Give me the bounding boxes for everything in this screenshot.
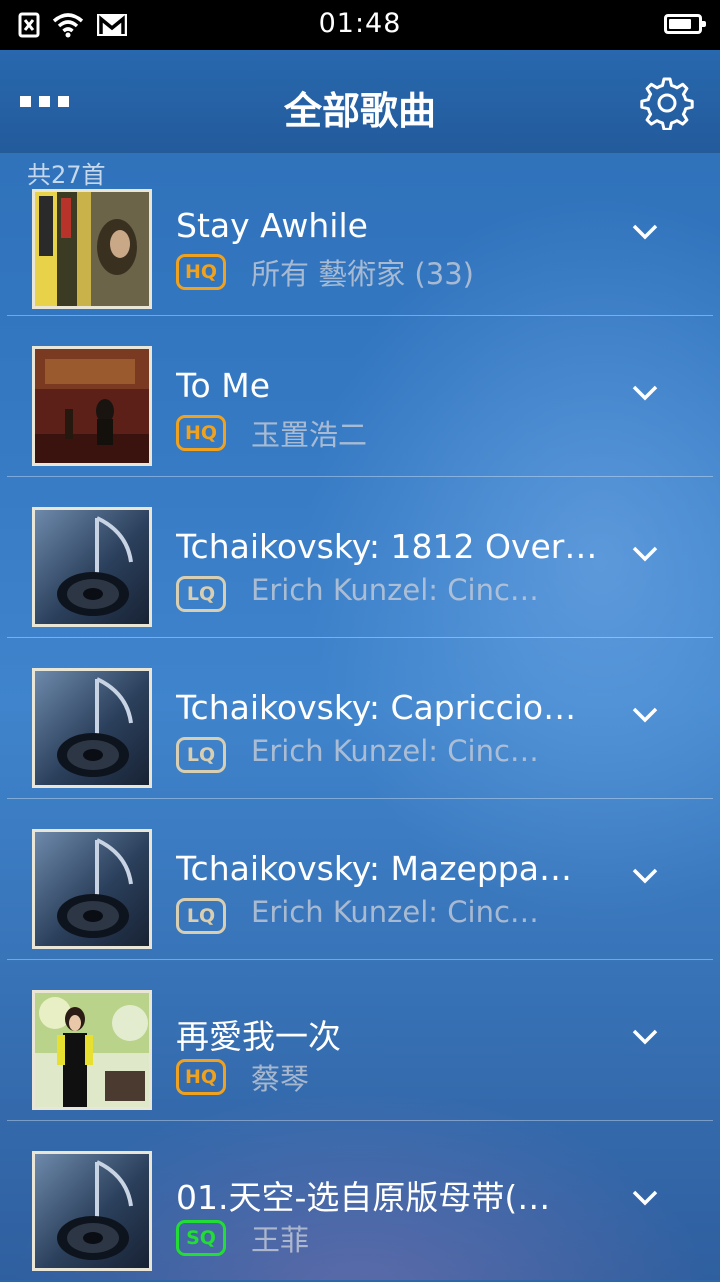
chevron-down-icon[interactable] — [632, 546, 658, 562]
music-note-speaker-icon — [32, 1151, 152, 1271]
song-item[interactable]: Tchaikovsky: Mazeppa… LQ Erich Kunzel: C… — [0, 799, 720, 960]
quality-badge: SQ — [176, 1220, 226, 1256]
song-title: Tchaikovsky: Mazeppa… — [176, 849, 572, 888]
app-header: 全部歌曲 — [0, 50, 720, 152]
song-title: Tchaikovsky: Capriccio… — [176, 688, 577, 727]
chevron-down-icon[interactable] — [632, 1190, 658, 1206]
song-list: Stay Awhile HQ 所有 藝術家 (33) To Me HQ 玉置浩二 — [0, 155, 720, 1282]
page-title: 全部歌曲 — [283, 89, 436, 133]
song-artist: 蔡琴 — [251, 1062, 310, 1096]
status-time: 01:48 — [318, 8, 402, 39]
status-bar: 01:48 — [0, 0, 720, 50]
song-item[interactable]: Tchaikovsky: Capriccio… LQ Erich Kunzel:… — [0, 638, 720, 799]
album-art — [32, 346, 152, 466]
music-note-speaker-icon — [32, 668, 152, 788]
chevron-down-icon[interactable] — [632, 707, 658, 723]
quality-badge: HQ — [176, 254, 226, 290]
song-artist: 所有 藝術家 (33) — [251, 257, 474, 291]
song-artist: Erich Kunzel: Cinc… — [251, 573, 539, 607]
song-item[interactable]: Tchaikovsky: 1812 Over… LQ Erich Kunzel:… — [0, 477, 720, 638]
song-count: 共27首 — [27, 161, 106, 189]
song-item[interactable]: 再愛我一次 HQ 蔡琴 — [0, 960, 720, 1121]
song-artist: 王菲 — [251, 1223, 310, 1257]
song-title: To Me — [176, 366, 271, 405]
quality-badge: LQ — [176, 737, 226, 773]
chevron-down-icon[interactable] — [632, 385, 658, 401]
song-title: Stay Awhile — [176, 206, 368, 245]
music-note-speaker-icon — [32, 507, 152, 627]
quality-badge: HQ — [176, 415, 226, 451]
quality-badge: LQ — [176, 576, 226, 612]
chevron-down-icon[interactable] — [632, 224, 658, 240]
quality-badge: HQ — [176, 1059, 226, 1095]
song-artist: Erich Kunzel: Cinc… — [251, 734, 539, 768]
song-title: 01.天空-选自原版母带(… — [176, 1178, 551, 1217]
battery-fill — [669, 19, 692, 29]
song-title: 再愛我一次 — [176, 1017, 341, 1056]
gear-icon[interactable] — [640, 76, 694, 130]
chevron-down-icon[interactable] — [632, 868, 658, 884]
song-item[interactable]: To Me HQ 玉置浩二 — [0, 316, 720, 477]
song-item[interactable]: Stay Awhile HQ 所有 藝術家 (33) — [0, 155, 720, 316]
album-art — [32, 189, 152, 309]
song-artist: Erich Kunzel: Cinc… — [251, 895, 539, 929]
song-title: Tchaikovsky: 1812 Over… — [176, 527, 598, 566]
song-item[interactable]: 01.天空-选自原版母带(… SQ 王菲 — [0, 1121, 720, 1282]
chevron-down-icon[interactable] — [632, 1029, 658, 1045]
quality-badge: LQ — [176, 898, 226, 934]
battery-icon — [664, 14, 706, 34]
album-art — [32, 990, 152, 1110]
song-artist: 玉置浩二 — [251, 418, 368, 452]
music-note-speaker-icon — [32, 829, 152, 949]
